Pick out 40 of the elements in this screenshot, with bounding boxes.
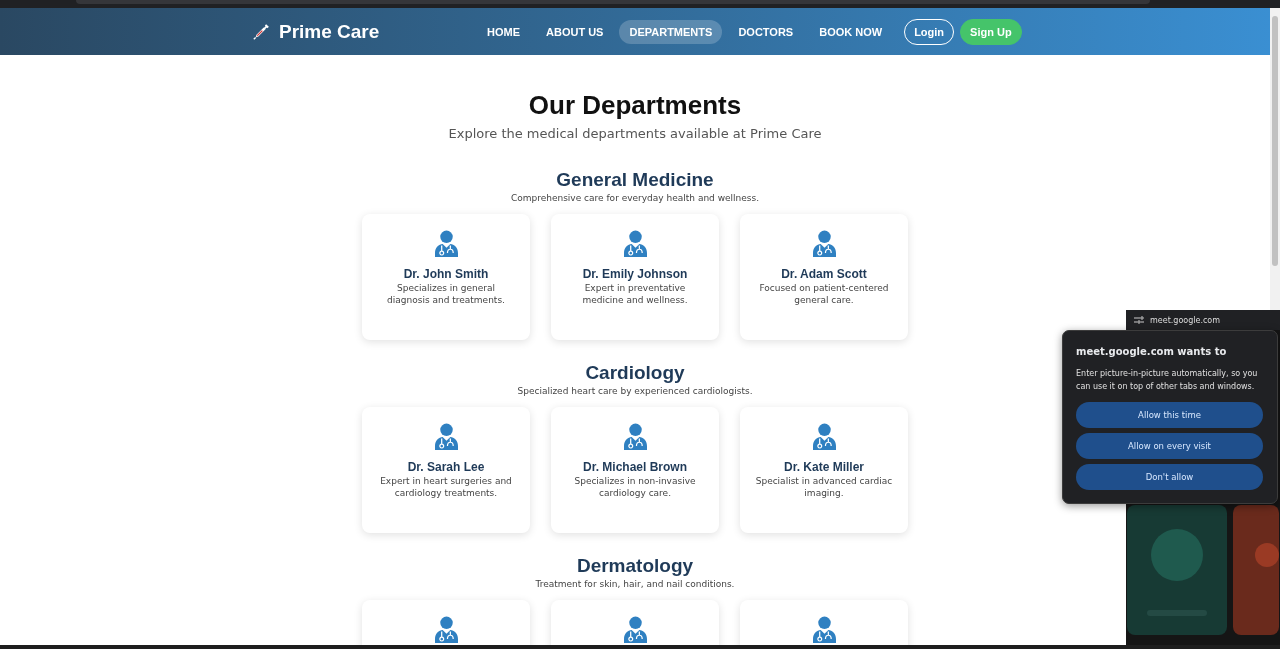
nav-link[interactable]: HOME xyxy=(477,19,530,44)
doctor-name: Dr. John Smith xyxy=(403,267,489,282)
permission-button[interactable]: Allow on every visit xyxy=(1076,433,1263,459)
doctor-icon xyxy=(434,423,458,450)
permission-button[interactable]: Don't allow xyxy=(1076,464,1263,490)
nav-link[interactable]: DEPARTMENTS xyxy=(619,19,723,44)
doctor-description: Expert in heart surgeries and cardiology treatments. xyxy=(379,475,513,499)
doctor-name: Dr. Emily Johnson xyxy=(582,267,688,282)
doctor-description: Specialist in advanced cardiac imaging. xyxy=(754,475,894,499)
nav-link[interactable]: BOOK NOW xyxy=(809,19,893,44)
doctor-name: Dr. Sarah Lee xyxy=(407,460,485,475)
doctor-name: Dr. Adam Scott xyxy=(781,267,867,282)
popup-title: meet.google.com wants to xyxy=(1076,345,1228,359)
page-subtitle: Explore the medical departments available at Prime Care xyxy=(448,126,822,142)
doctor-description: Specializes in general diagnosis and treatments. xyxy=(386,282,506,306)
department-description: Specialized heart care by experienced cardiologists. xyxy=(517,385,753,397)
doctor-name: Dr. Kate Miller xyxy=(784,460,864,475)
tune-icon[interactable] xyxy=(1134,316,1144,324)
doctor-description: Specializes in non-invasive cardiology care. xyxy=(573,475,697,499)
department-title: General Medicine xyxy=(556,169,714,191)
brand-name[interactable]: Prime Care xyxy=(279,20,380,43)
doctor-description: Focused on patient-centered general care. xyxy=(758,282,890,306)
doctor-icon xyxy=(623,230,647,257)
department-title: Cardiology xyxy=(585,362,685,384)
doctor-description: Expert in preventative medicine and wellness. xyxy=(581,282,689,306)
doctor-icon xyxy=(812,423,836,450)
nav-link[interactable]: ABOUT US xyxy=(536,19,614,44)
site-address: meet.google.com xyxy=(1150,315,1221,325)
syringe-icon xyxy=(252,22,270,41)
popup-message: Enter picture-in-picture automatically, so you can use it on top of other tabs and windows. xyxy=(1076,368,1259,393)
doctor-icon xyxy=(623,423,647,450)
department-description: Comprehensive care for everyday health and wellness. xyxy=(510,192,760,204)
department-title: Dermatology xyxy=(576,555,694,577)
doctor-icon xyxy=(812,230,836,257)
page-title: Our Departments xyxy=(528,89,742,121)
permission-button[interactable]: Allow this time xyxy=(1076,402,1263,428)
doctor-icon xyxy=(434,230,458,257)
nav-link[interactable]: DOCTORS xyxy=(728,19,804,44)
department-description: Treatment for skin, hair, and nail conditions. xyxy=(535,578,735,590)
doctor-name: Dr. Michael Brown xyxy=(583,460,687,475)
